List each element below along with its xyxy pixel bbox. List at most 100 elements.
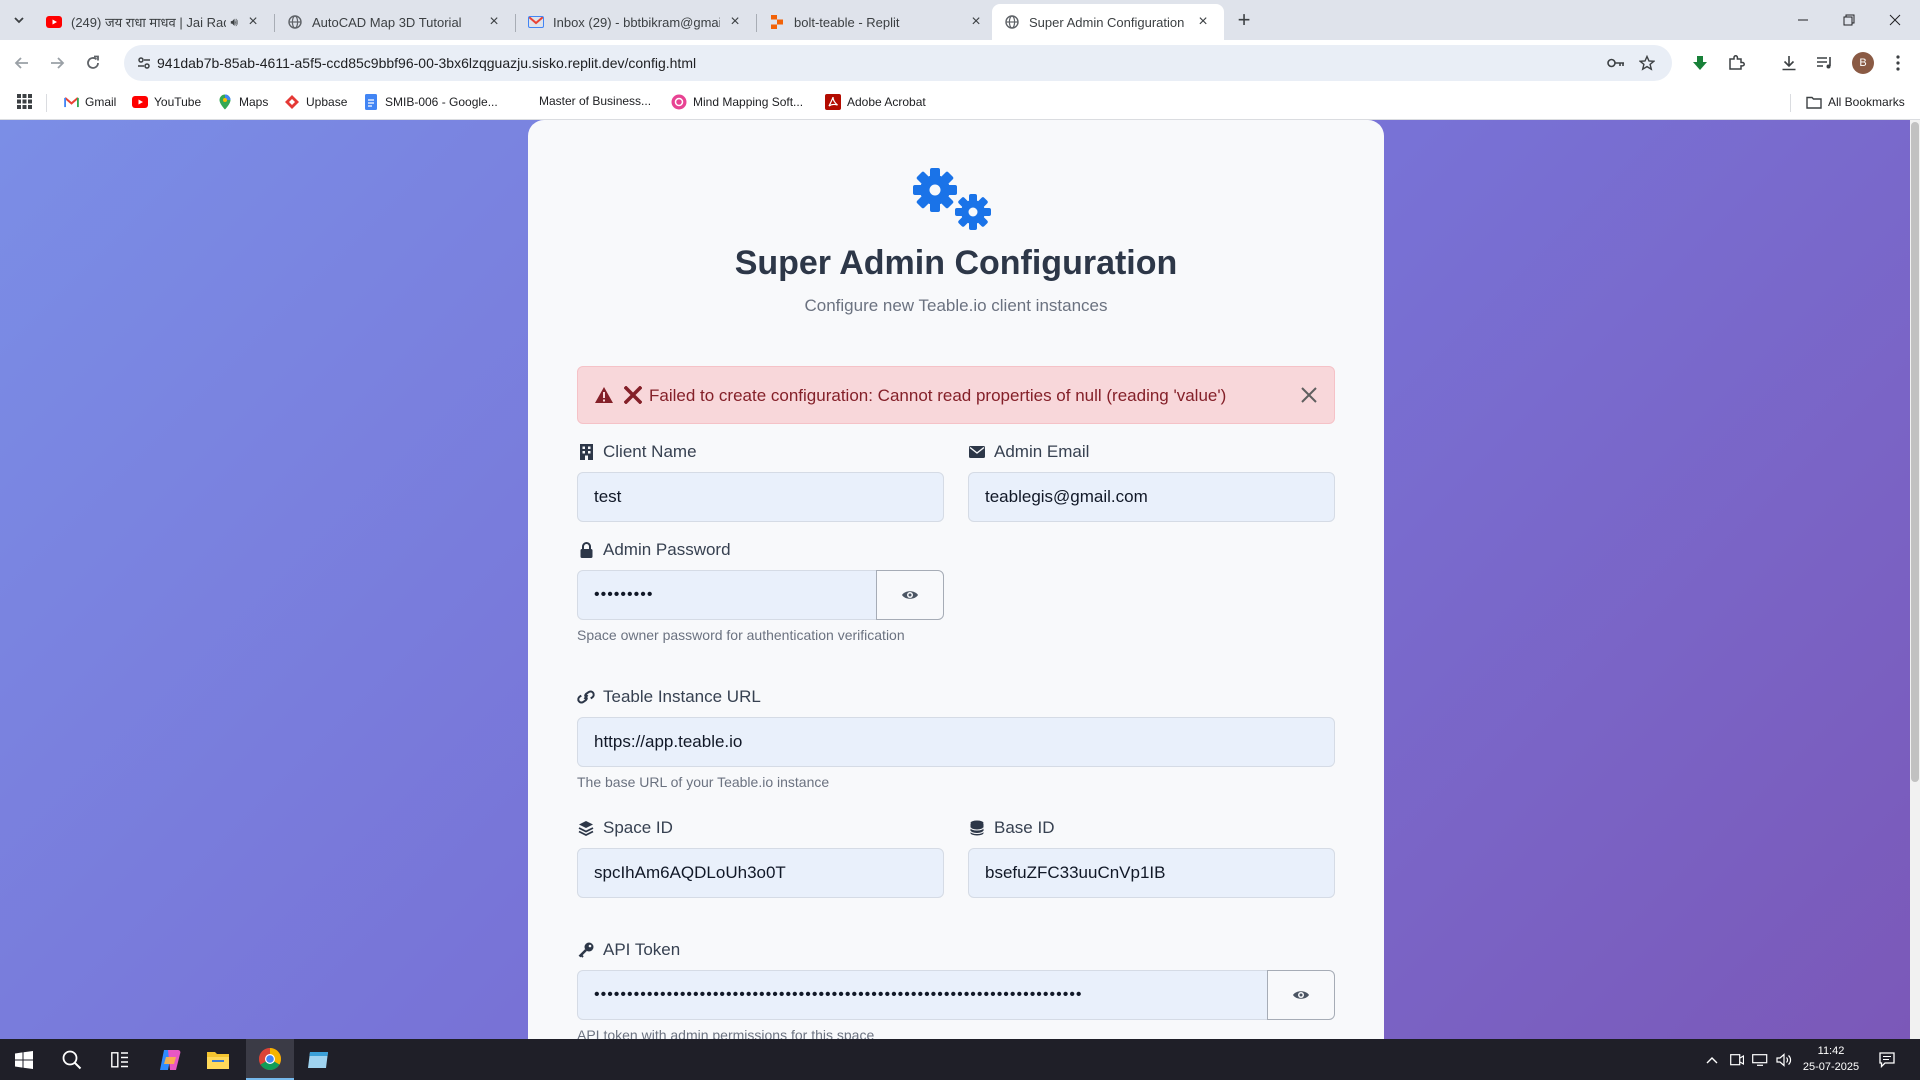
close-icon[interactable]: × xyxy=(967,13,985,31)
task-view-button[interactable] xyxy=(96,1039,144,1080)
back-button[interactable] xyxy=(8,49,36,77)
youtube-icon xyxy=(46,14,62,30)
tab-autocad[interactable]: AutoCAD Map 3D Tutorial × xyxy=(275,4,516,40)
minimize-icon xyxy=(1798,19,1808,21)
bookmark-youtube[interactable]: YouTube xyxy=(132,94,201,110)
config-card: Super Admin Configuration Configure new … xyxy=(528,120,1384,1039)
tab-replit[interactable]: bolt-teable - Replit × xyxy=(757,4,997,40)
api-token-help: API token with admin permissions for thi… xyxy=(577,1027,875,1039)
close-icon[interactable]: × xyxy=(244,13,262,31)
close-icon[interactable]: × xyxy=(726,13,744,31)
error-message: Failed to create configuration: Cannot r… xyxy=(649,386,1227,405)
bookmark-label: Adobe Acrobat xyxy=(847,95,926,109)
bookmark-label: Upbase xyxy=(306,95,348,109)
reload-button[interactable] xyxy=(79,49,107,77)
mindmap-icon xyxy=(671,94,687,110)
client-name-input[interactable]: test xyxy=(577,472,944,522)
profile-avatar[interactable]: B xyxy=(1852,52,1874,74)
close-icon[interactable]: × xyxy=(1194,13,1212,31)
bookmark-mind-mapping[interactable]: Mind Mapping Soft... xyxy=(671,94,803,110)
toggle-password-button[interactable] xyxy=(876,570,944,620)
close-icon[interactable] xyxy=(1298,384,1320,406)
address-bar[interactable]: 941dab7b-85ab-4611-a5f5-ccd85c9bbf96-00-… xyxy=(124,45,1672,81)
page-scrollbar[interactable] xyxy=(1910,120,1920,1039)
admin-password-input[interactable]: ••••••••• xyxy=(577,570,878,620)
new-tab-button[interactable]: + xyxy=(1232,7,1256,32)
tab-youtube[interactable]: (249) जय राधा माधव | Jai Radha 🔊︎ × xyxy=(34,4,275,40)
space-id-input[interactable]: spcIhAm6AQDLoUh3o0T xyxy=(577,848,944,898)
password-key-icon[interactable] xyxy=(1606,53,1626,73)
minimize-button[interactable] xyxy=(1780,0,1826,40)
media-controls-icon[interactable] xyxy=(1813,51,1837,75)
instance-url-input[interactable]: https://app.teable.io xyxy=(577,717,1335,767)
restore-button[interactable] xyxy=(1826,0,1872,40)
notifications-icon[interactable] xyxy=(1877,1050,1897,1070)
bookmark-maps[interactable]: Maps xyxy=(217,94,268,110)
tab-gmail[interactable]: Inbox (29) - bbtbikram@gmail.com × xyxy=(516,4,757,40)
maps-icon xyxy=(217,94,233,110)
gmail-icon xyxy=(528,14,544,30)
toggle-token-button[interactable] xyxy=(1267,970,1335,1020)
taskbar-app[interactable] xyxy=(294,1039,342,1080)
eye-icon xyxy=(1293,991,1309,999)
bookmark-label: Master of Business... xyxy=(539,94,652,108)
warning-triangle-icon xyxy=(595,387,613,403)
admin-password-label: Admin Password xyxy=(577,540,731,560)
bookmark-label: Maps xyxy=(239,95,269,109)
app-window-icon xyxy=(308,1051,328,1068)
restore-icon xyxy=(1843,14,1855,26)
bookmark-star-icon[interactable] xyxy=(1637,53,1657,73)
network-icon[interactable] xyxy=(1750,1050,1770,1070)
volume-icon[interactable] xyxy=(1774,1050,1794,1070)
site-info-icon[interactable] xyxy=(134,53,154,73)
bookmark-gmail[interactable]: Gmail xyxy=(63,94,116,110)
taskbar-file-explorer[interactable] xyxy=(194,1039,242,1080)
close-icon[interactable]: × xyxy=(485,13,503,31)
bookmark-adobe-acrobat[interactable]: Adobe Acrobat xyxy=(825,94,926,110)
tab-strip: (249) जय राधा माधव | Jai Radha 🔊︎ × Auto… xyxy=(0,0,1920,40)
scroll-thumb[interactable] xyxy=(1911,122,1919,782)
all-bookmarks-button[interactable]: All Bookmarks xyxy=(1806,94,1905,110)
apps-button[interactable] xyxy=(17,94,32,109)
tab-search-button[interactable] xyxy=(8,9,30,31)
clock-date: 25-07-2025 xyxy=(1802,1061,1860,1073)
url-text[interactable]: 941dab7b-85ab-4611-a5f5-ccd85c9bbf96-00-… xyxy=(157,55,696,71)
tab-super-admin[interactable]: Super Admin Configuration - Teable × xyxy=(992,4,1224,40)
x-mark-icon xyxy=(624,386,642,404)
taskbar-clock[interactable]: 11:42 25-07-2025 xyxy=(1800,1043,1862,1075)
admin-email-input[interactable]: teablegis@gmail.com xyxy=(968,472,1335,522)
base-id-input[interactable]: bsefuZFC33uuCnVp1IB xyxy=(968,848,1335,898)
bookmark-label: YouTube xyxy=(154,95,202,109)
more-menu-icon[interactable] xyxy=(1886,51,1910,75)
lock-icon xyxy=(577,541,595,559)
close-icon xyxy=(1889,14,1901,26)
building-icon xyxy=(577,443,595,461)
forward-button[interactable] xyxy=(43,49,71,77)
api-token-input[interactable]: ••••••••••••••••••••••••••••••••••••••••… xyxy=(577,970,1269,1020)
windows-logo-icon xyxy=(15,1050,33,1069)
tab-title: bolt-teable - Replit xyxy=(794,14,900,30)
client-name-label: Client Name xyxy=(577,442,697,462)
start-button[interactable] xyxy=(0,1039,48,1080)
taskbar-copilot[interactable] xyxy=(146,1039,194,1080)
page-viewport: Super Admin Configuration Configure new … xyxy=(0,120,1920,1039)
search-button[interactable] xyxy=(48,1039,96,1080)
tab-title: AutoCAD Map 3D Tutorial xyxy=(312,14,462,30)
close-window-button[interactable] xyxy=(1872,0,1918,40)
layers-icon xyxy=(577,819,595,837)
bookmark-master-business[interactable]: Master of Business... xyxy=(539,94,651,108)
extensions-icon[interactable] xyxy=(1724,51,1748,75)
folder-icon xyxy=(207,1051,229,1069)
windows-taskbar: 11:42 25-07-2025 xyxy=(0,1039,1920,1080)
instance-url-label: Teable Instance URL xyxy=(577,687,761,707)
bookmark-smib[interactable]: SMIB-006 - Google... xyxy=(363,94,498,110)
meet-now-icon[interactable] xyxy=(1727,1050,1747,1070)
downloads-icon[interactable] xyxy=(1777,51,1801,75)
bookmark-upbase[interactable]: Upbase xyxy=(284,94,347,110)
taskbar-chrome[interactable] xyxy=(246,1039,294,1080)
speaker-icon[interactable]: 🔊︎ xyxy=(230,15,238,30)
globe-icon xyxy=(1004,14,1020,30)
arrow-right-icon xyxy=(51,57,65,69)
download-arrow-icon[interactable] xyxy=(1688,51,1712,75)
tray-overflow-icon[interactable] xyxy=(1702,1050,1722,1070)
